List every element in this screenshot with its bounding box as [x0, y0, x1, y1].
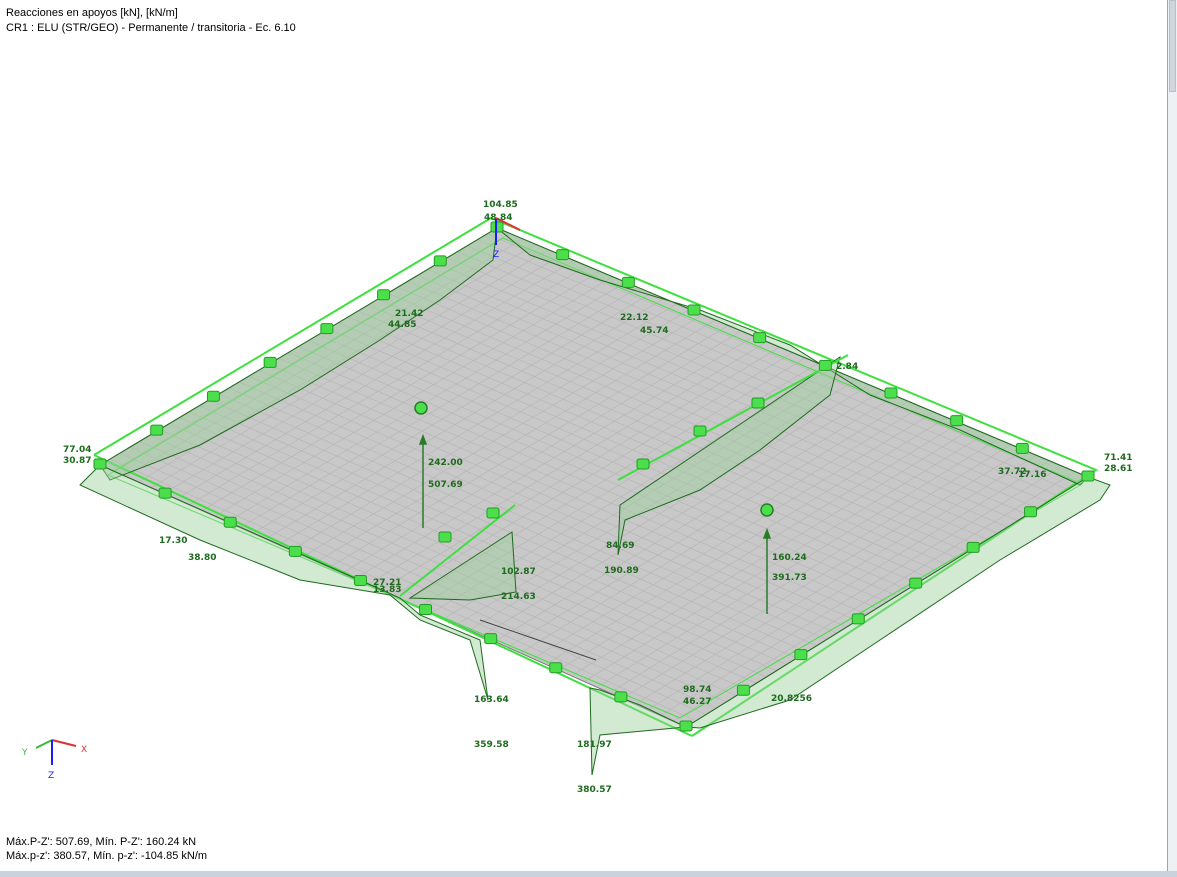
support-node[interactable] — [419, 604, 433, 616]
label-col2-a: 160.24 — [772, 553, 807, 563]
support-node[interactable] — [433, 255, 447, 267]
support-node[interactable] — [751, 397, 765, 409]
label-right-corner-b: 28.61 — [1104, 464, 1132, 474]
support-node[interactable] — [851, 613, 865, 625]
vertical-scrollbar[interactable] — [1168, 0, 1177, 871]
support-node[interactable] — [693, 425, 707, 437]
axis-triad: X Y Z — [21, 739, 87, 781]
max-min-point-reactions: Máx.P-Z': 507.69, Mín. P-Z': 160.24 kN — [6, 836, 197, 848]
support-node[interactable] — [556, 249, 570, 261]
support-node[interactable] — [614, 691, 628, 703]
support-node[interactable] — [206, 390, 220, 402]
support-node[interactable] — [679, 720, 693, 732]
support-node[interactable] — [687, 304, 701, 316]
3d-viewport[interactable]: Reacciones en apoyos [kN], [kN/m] CR1 : … — [0, 0, 1168, 872]
label-front-b: 359.58 — [474, 740, 509, 750]
support-node[interactable] — [549, 662, 563, 674]
support-node[interactable] — [288, 545, 302, 557]
label-left-edge-a: 21.42 — [395, 309, 423, 319]
support-node[interactable] — [93, 458, 107, 470]
label-top-min: 48.84 — [484, 213, 512, 223]
slab[interactable] — [98, 227, 1090, 728]
label-wall2-b: 190.89 — [604, 566, 639, 576]
label-col2-b: 391.73 — [772, 573, 807, 583]
support-node[interactable] — [636, 458, 650, 470]
label-right-corner: 2.84 — [836, 362, 858, 372]
structure-model[interactable]: Z 104.85 48.84 21.42 44.85 22.12 45.74 2… — [0, 0, 1167, 871]
support-node[interactable] — [438, 531, 452, 543]
label-front2-b: 380.57 — [577, 785, 612, 795]
label-left-front-b: 38.80 — [188, 553, 216, 563]
label-top-max: 104.85 — [483, 200, 518, 210]
support-node[interactable] — [263, 356, 277, 368]
support-node[interactable] — [1015, 442, 1029, 454]
label-right-mid-b: 17.16 — [1018, 470, 1046, 480]
support-node[interactable] — [818, 359, 832, 371]
support-node[interactable] — [621, 276, 635, 288]
axis-x-label: X — [81, 745, 87, 755]
max-min-line-reactions: Máx.p-z': 380.57, Mín. p-z': -104.85 kN/… — [6, 850, 208, 862]
label-wall1-d: 13.83 — [373, 585, 401, 595]
label-bottom-a: 98.74 — [683, 685, 711, 695]
label-right-edge-a: 22.12 — [620, 313, 648, 323]
support-node[interactable] — [353, 574, 367, 586]
support-node[interactable] — [950, 415, 964, 427]
axis-y-label: Y — [21, 748, 28, 758]
label-left-front-a: 17.30 — [159, 536, 187, 546]
support-node[interactable] — [909, 577, 923, 589]
support-node[interactable] — [486, 507, 500, 519]
axis-z-label: Z — [48, 771, 54, 781]
label-bottom-right: 20.8256 — [771, 694, 812, 704]
label-front2-a: 181.97 — [577, 740, 612, 750]
support-node[interactable] — [1081, 470, 1095, 482]
label-front-a: 163.64 — [474, 695, 509, 705]
support-node[interactable] — [377, 289, 391, 301]
support-node[interactable] — [150, 424, 164, 436]
support-node[interactable] — [966, 541, 980, 553]
label-right-corner-a: 71.41 — [1104, 453, 1132, 463]
label-left-corner-a: 77.04 — [63, 445, 91, 455]
label-wall1-a: 102.87 — [501, 567, 536, 577]
support-node[interactable] — [753, 332, 767, 344]
support-node[interactable] — [1024, 506, 1038, 518]
support-node[interactable] — [736, 684, 750, 696]
svg-text:Z: Z — [493, 250, 499, 260]
support-node[interactable] — [158, 487, 172, 499]
scrollbar-thumb[interactable] — [1169, 0, 1176, 92]
support-node[interactable] — [320, 323, 334, 335]
label-col1-a: 242.00 — [428, 458, 463, 468]
bottom-border — [0, 871, 1177, 877]
label-col1-b: 507.69 — [428, 480, 463, 490]
label-bottom-b: 46.27 — [683, 697, 711, 707]
label-left-edge-b: 44.85 — [388, 320, 416, 330]
label-wall2-a: 84.69 — [606, 541, 634, 551]
label-wall1-b: 214.63 — [501, 592, 536, 602]
label-left-corner-b: 30.87 — [63, 456, 91, 466]
support-node[interactable] — [484, 633, 498, 645]
support-node[interactable] — [223, 516, 237, 528]
label-right-edge-b: 45.74 — [640, 326, 668, 336]
support-node[interactable] — [794, 649, 808, 661]
support-node[interactable] — [884, 387, 898, 399]
